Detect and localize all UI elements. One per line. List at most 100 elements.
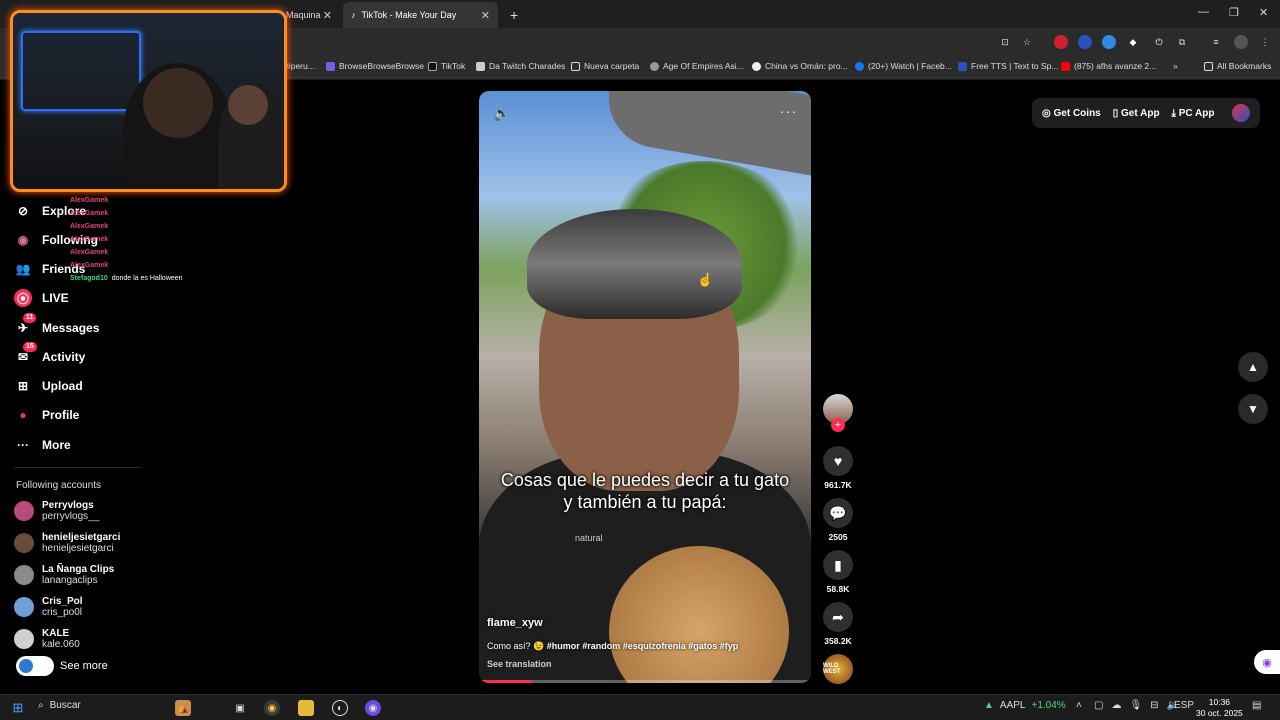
video-hashtags[interactable]: #humor #random #esquizofrenia #gatos #fy…: [547, 641, 739, 651]
app-icon: ◉: [365, 700, 381, 716]
next-video-button[interactable]: ▼: [1238, 394, 1268, 424]
bookmark-item[interactable]: (20+) Watch | Faceb...: [855, 61, 952, 71]
taskbar-explorer[interactable]: [298, 700, 314, 716]
shirt-text: natural: [575, 533, 603, 543]
pc-app-button[interactable]: ⤓ PC App: [1172, 108, 1215, 119]
folder-icon: [298, 700, 314, 716]
see-more-label: See more: [60, 660, 108, 672]
like-count: 961.7K: [824, 480, 852, 490]
account-item[interactable]: Perryvlogs perryvlogs__: [14, 500, 99, 522]
stream-chat: AlexGamek AlexGamek AlexGamek AlexGamek …: [70, 194, 183, 285]
browser-menu-icon[interactable]: ⋮: [1258, 35, 1272, 49]
top-right-bar: ◎ Get Coins ▯ Get App ⤓ PC App: [1032, 98, 1260, 128]
system-tray[interactable]: ▢ ☁ 🎙 ⊟ 🔈: [1094, 700, 1179, 711]
video-more-icon[interactable]: ···: [780, 103, 797, 119]
extension-blue-icon[interactable]: [1078, 35, 1092, 49]
account-item[interactable]: KALE kale.060: [14, 628, 80, 650]
tab-tiktok[interactable]: ♪ TikTok - Make Your Day ✕: [343, 2, 498, 28]
close-icon[interactable]: ✕: [323, 9, 332, 22]
bookmark-item[interactable]: #peru...: [286, 61, 315, 71]
toggle-icon[interactable]: [16, 656, 54, 676]
taskbar-obs[interactable]: ◐: [332, 700, 348, 716]
bookmark-star-icon[interactable]: ☆: [1020, 35, 1034, 49]
bookmark-item[interactable]: TikTok: [428, 61, 465, 71]
hand-cursor-icon: ☝: [697, 272, 714, 287]
bookmark-item[interactable]: (875) afhs avanze 2...: [1061, 61, 1156, 71]
account-item[interactable]: La Ñanga Clips lanangaclips: [14, 564, 114, 586]
extension-diamond-icon[interactable]: ◆: [1126, 35, 1140, 49]
video-scene: [527, 209, 742, 319]
bookmark-item[interactable]: Age Of Empires Asi...: [650, 61, 744, 71]
sidebar-item-more[interactable]: ··· More: [14, 436, 71, 454]
bookmarks-overflow-button[interactable]: »: [1173, 61, 1178, 71]
taskbar-chrome[interactable]: ◉: [264, 700, 280, 716]
close-icon[interactable]: ✕: [481, 9, 490, 22]
video-caption: Cosas que le puedes decir a tu gato y ta…: [500, 470, 790, 512]
video-description: Como así? 😉 #humor #random #esquizofreni…: [487, 641, 739, 651]
sidebar-item-activity[interactable]: ✉ 15 Activity: [14, 342, 85, 366]
taskbar-app[interactable]: ◉: [365, 700, 381, 716]
sidebar-item-label: Messages: [42, 321, 100, 335]
bookmark-item[interactable]: Free TTS | Text to Sp...: [958, 61, 1058, 71]
video-player[interactable]: natural 🔈 ··· Cosas que le puedes decir …: [479, 91, 811, 683]
all-bookmarks-button[interactable]: All Bookmarks: [1204, 61, 1271, 71]
extension-red-icon[interactable]: [1054, 35, 1068, 49]
account-item[interactable]: Cris_Pol cris_po0l: [14, 596, 83, 618]
minimize-button[interactable]: —: [1198, 6, 1209, 18]
get-coins-button[interactable]: ◎ Get Coins: [1042, 108, 1101, 119]
extension-off-icon[interactable]: ⏻: [1152, 35, 1166, 49]
previous-video-button[interactable]: ▲: [1238, 352, 1268, 382]
window-close-button[interactable]: ✕: [1259, 6, 1268, 19]
tab-maquina[interactable]: Maquina ✕: [278, 2, 340, 28]
save-button[interactable]: ▮ 58.8K: [820, 550, 856, 594]
chat-message: AlexGamek: [70, 249, 109, 256]
more-icon: ···: [17, 438, 29, 452]
task-view-button[interactable]: ▣: [232, 700, 248, 716]
volume-icon[interactable]: 🔈: [493, 105, 510, 122]
video-author[interactable]: flame_xyw: [487, 617, 543, 629]
sidebar-item-profile[interactable]: ● Profile: [14, 406, 79, 424]
comment-count: 2505: [828, 532, 848, 542]
sidebar-item-label: Upload: [42, 379, 83, 393]
start-button[interactable]: ⊞: [10, 700, 26, 716]
clock[interactable]: 10:36 30 oct. 2025: [1196, 697, 1243, 719]
floating-extension-icon[interactable]: ◉: [1254, 650, 1280, 674]
sidebar-item-live[interactable]: ⦿ LIVE: [14, 289, 69, 307]
share-button[interactable]: ➦ 358.2K: [820, 602, 856, 646]
tray-overflow[interactable]: ˄: [1076, 700, 1082, 711]
taskbar-widget[interactable]: ⛺: [175, 700, 191, 716]
restore-button[interactable]: ❐: [1229, 6, 1239, 19]
media-controls-icon[interactable]: ≡: [1209, 35, 1223, 49]
extensions-puzzle-icon[interactable]: ⧉: [1175, 35, 1189, 49]
see-translation-link[interactable]: See translation: [487, 659, 552, 669]
sound-disc[interactable]: WILD WEST: [823, 654, 853, 684]
video-progress-bar[interactable]: [479, 680, 811, 683]
get-app-button[interactable]: ▯ Get App: [1113, 108, 1160, 119]
bookmark-folder[interactable]: Nueva carpeta: [571, 61, 639, 71]
notifications-button[interactable]: ▤: [1252, 700, 1261, 711]
new-tab-button[interactable]: +: [502, 2, 522, 28]
activity-icon: ✉ 15: [14, 342, 37, 366]
phone-icon: ▯: [1112, 107, 1122, 119]
chat-message: AlexGamek: [70, 197, 109, 204]
sidebar-item-label: LIVE: [42, 291, 69, 305]
follow-plus-icon[interactable]: +: [831, 418, 845, 432]
profile-icon[interactable]: [1234, 35, 1248, 49]
bookmark-item[interactable]: Da Twitch Charades: [476, 61, 565, 71]
user-avatar[interactable]: [1232, 104, 1250, 122]
install-icon[interactable]: ⊡: [998, 35, 1012, 49]
extension-lightblue-icon[interactable]: [1102, 35, 1116, 49]
sidebar-item-upload[interactable]: ⊞ Upload: [14, 377, 83, 395]
stock-widget[interactable]: ▲ AAPL +1.04%: [984, 700, 1066, 711]
see-more-button[interactable]: See more: [16, 656, 108, 676]
comment-button[interactable]: 💬 2505: [820, 498, 856, 542]
like-button[interactable]: ♥ 961.7K: [820, 446, 856, 490]
sidebar-item-messages[interactable]: ✈ 11 Messages: [14, 313, 100, 337]
taskbar-search[interactable]: ⌕ Buscar: [38, 700, 81, 711]
avatar: [14, 629, 34, 649]
language-indicator[interactable]: ESP: [1174, 700, 1194, 711]
account-item[interactable]: henieljesietgarci henieljesietgarci: [14, 532, 120, 554]
bookmark-item[interactable]: China vs Omán: pro...: [752, 61, 848, 71]
bookmark-item[interactable]: BrowseBrowseBrowse: [326, 61, 424, 71]
compass-icon: ⊘: [17, 204, 29, 218]
